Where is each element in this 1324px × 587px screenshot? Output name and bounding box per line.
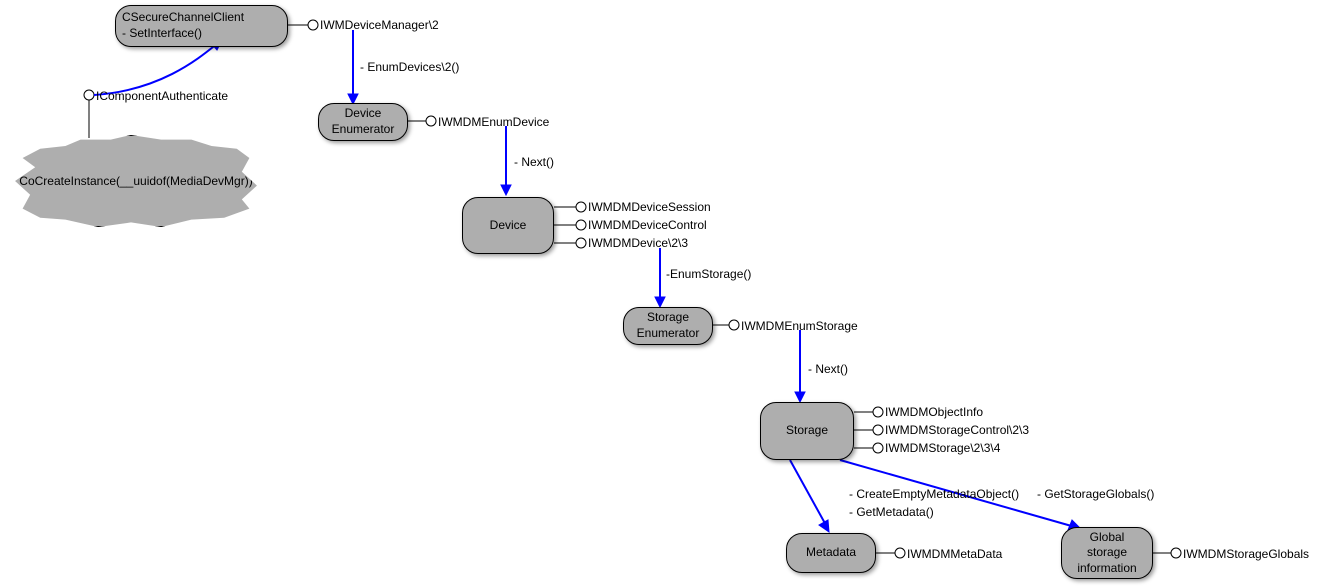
storage-node: Storage — [760, 402, 854, 460]
next2-label: - Next() — [808, 362, 848, 376]
iwmdm-device-session-label: IWMDMDeviceSession — [588, 200, 711, 214]
metadata-node: Metadata — [786, 533, 876, 573]
device-node: Device — [462, 197, 554, 254]
global-storage-line3: information — [1077, 561, 1136, 577]
iwmdm-object-info-label: IWMDMObjectInfo — [885, 405, 983, 419]
cocreateinstance-cloud: CoCreateInstance(__uuidof(MediaDevMgr)) — [10, 135, 262, 227]
cloud-text: CoCreateInstance(__uuidof(MediaDevMgr)) — [19, 174, 252, 188]
iwmdm-storage-control-label: IWMDMStorageControl\2\3 — [885, 423, 1029, 437]
secure-channel-client-node: CSecureChannelClient - SetInterface() — [115, 5, 288, 47]
global-storage-line1: Global — [1077, 530, 1136, 546]
global-storage-line2: storage — [1077, 545, 1136, 561]
next1-label: - Next() — [514, 155, 554, 169]
device-enum-line1: Device — [332, 106, 395, 122]
get-metadata-label: - GetMetadata() — [849, 505, 934, 519]
iwmdm-storage-globals-label: IWMDMStorageGlobals — [1183, 547, 1309, 561]
secure-channel-line2: - SetInterface() — [122, 26, 244, 42]
metadata-text: Metadata — [806, 545, 856, 561]
iwmdm-storage-label: IWMDMStorage\2\3\4 — [885, 441, 1000, 455]
storage-enum-line1: Storage — [637, 310, 700, 326]
enum-devices-label: - EnumDevices\2() — [360, 60, 459, 74]
device-enum-line2: Enumerator — [332, 122, 395, 138]
secure-channel-line1: CSecureChannelClient — [122, 10, 244, 26]
icomponent-auth-label: IComponentAuthenticate — [96, 89, 228, 103]
iwmdm-device-control-label: IWMDMDeviceControl — [588, 218, 707, 232]
iwm-device-manager-label: IWMDeviceManager\2 — [320, 18, 439, 32]
iwmdm-metadata-label: IWMDMMetaData — [907, 547, 1002, 561]
create-empty-metadata-label: - CreateEmptyMetadataObject() — [849, 487, 1019, 501]
storage-enumerator-node: Storage Enumerator — [623, 307, 713, 345]
iwmdm-enum-device-label: IWMDMEnumDevice — [438, 115, 549, 129]
get-storage-globals-label: - GetStorageGlobals() — [1037, 487, 1154, 501]
device-enumerator-node: Device Enumerator — [318, 103, 408, 141]
iwmdm-enum-storage-label: IWMDMEnumStorage — [741, 319, 858, 333]
storage-enum-line2: Enumerator — [637, 326, 700, 342]
storage-text: Storage — [786, 423, 828, 439]
device-text: Device — [490, 218, 527, 234]
global-storage-node: Global storage information — [1061, 527, 1153, 579]
iwmdm-device-label: IWMDMDevice\2\3 — [588, 236, 688, 250]
enum-storage-label: -EnumStorage() — [666, 267, 751, 281]
